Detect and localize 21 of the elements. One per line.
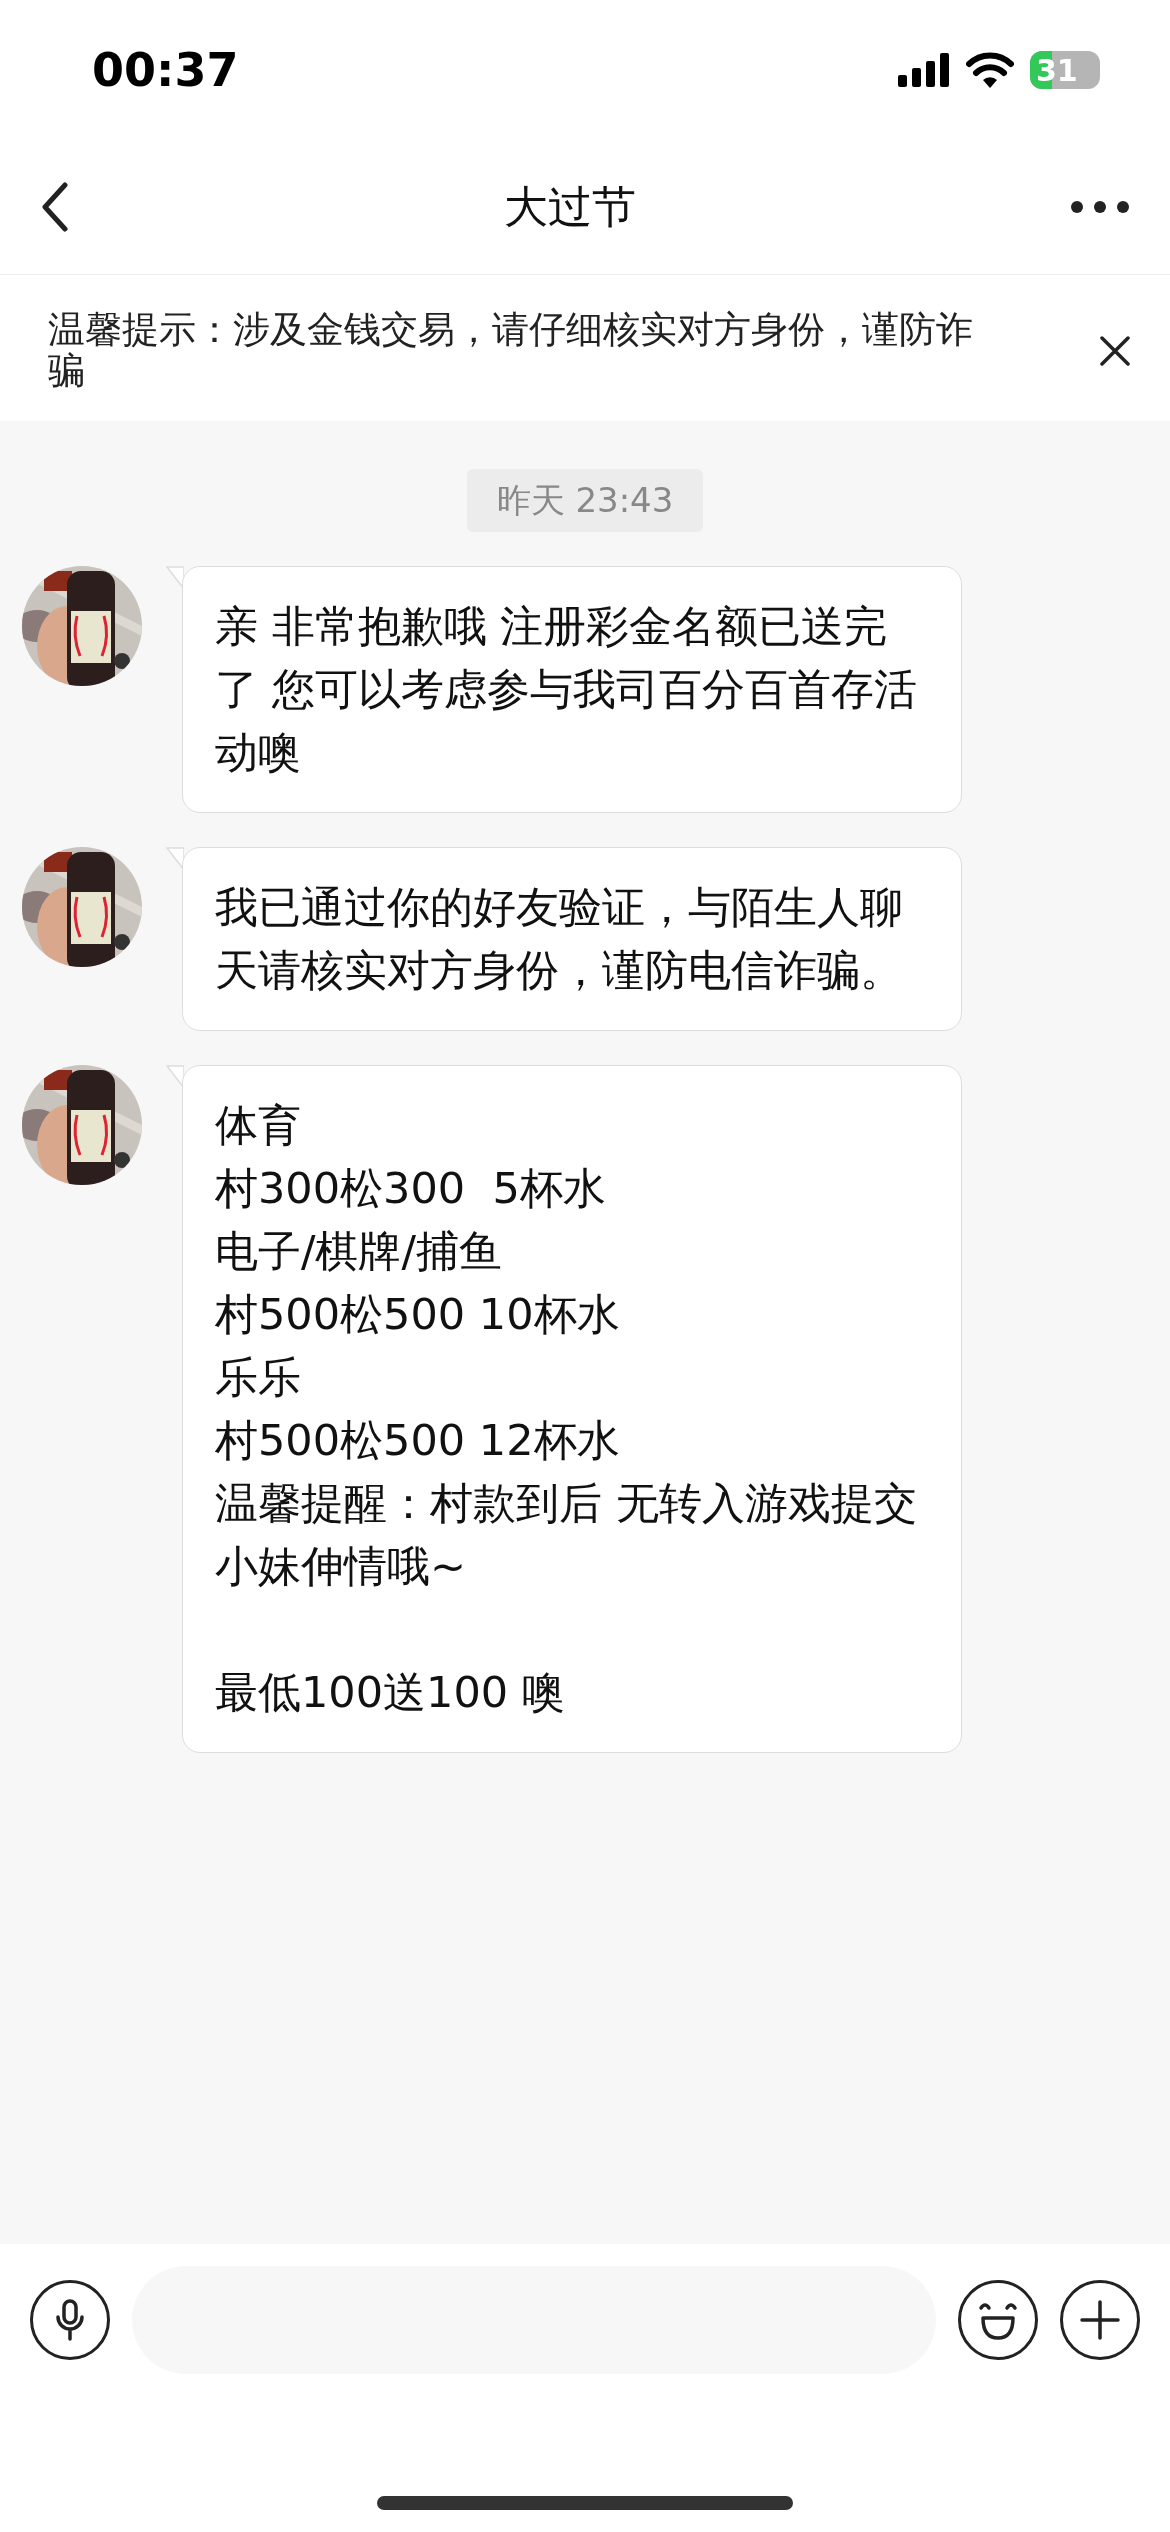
message-text: 体育 xyxy=(215,1099,302,1153)
message-text: 亲 非常抱歉哦 注册彩金名额已送完了 您可以考虑参与我司百分百首存活动噢 xyxy=(215,600,918,780)
message-text: 村500松500 12杯水 xyxy=(215,1414,621,1468)
wifi-icon xyxy=(966,52,1014,88)
chat-title: 大过节 xyxy=(504,180,636,234)
clock-time: 00:37 xyxy=(92,41,239,99)
warning-notice: 温馨提示：涉及金钱交易，请仔细核实对方身份，谨防诈骗 xyxy=(48,310,974,392)
message-text: 乐乐 xyxy=(215,1351,302,1405)
message-text: 电子/棋牌/捕鱼 xyxy=(215,1225,503,1279)
message-text: 温馨提醒：村款到后 无转入游戏提交小妹伸情哦~ xyxy=(215,1477,918,1594)
timestamp: 昨天 23:43 xyxy=(466,469,704,533)
message-text: 村300松300 5杯水 xyxy=(215,1162,607,1216)
signal-icon xyxy=(898,53,950,87)
message-text: 我已通过你的好友验证，与陌生人聊天请核实对方身份，谨防电信诈骗。 xyxy=(215,881,904,998)
plus-icon xyxy=(1080,2300,1120,2340)
microphone-icon xyxy=(55,2299,85,2341)
more-icon[interactable] xyxy=(1070,200,1130,214)
back-icon[interactable] xyxy=(40,182,70,232)
close-icon[interactable] xyxy=(1100,335,1130,366)
message-text: 最低100送100 噢 xyxy=(215,1666,566,1720)
message-text: 村500松500 10杯水 xyxy=(215,1288,621,1342)
